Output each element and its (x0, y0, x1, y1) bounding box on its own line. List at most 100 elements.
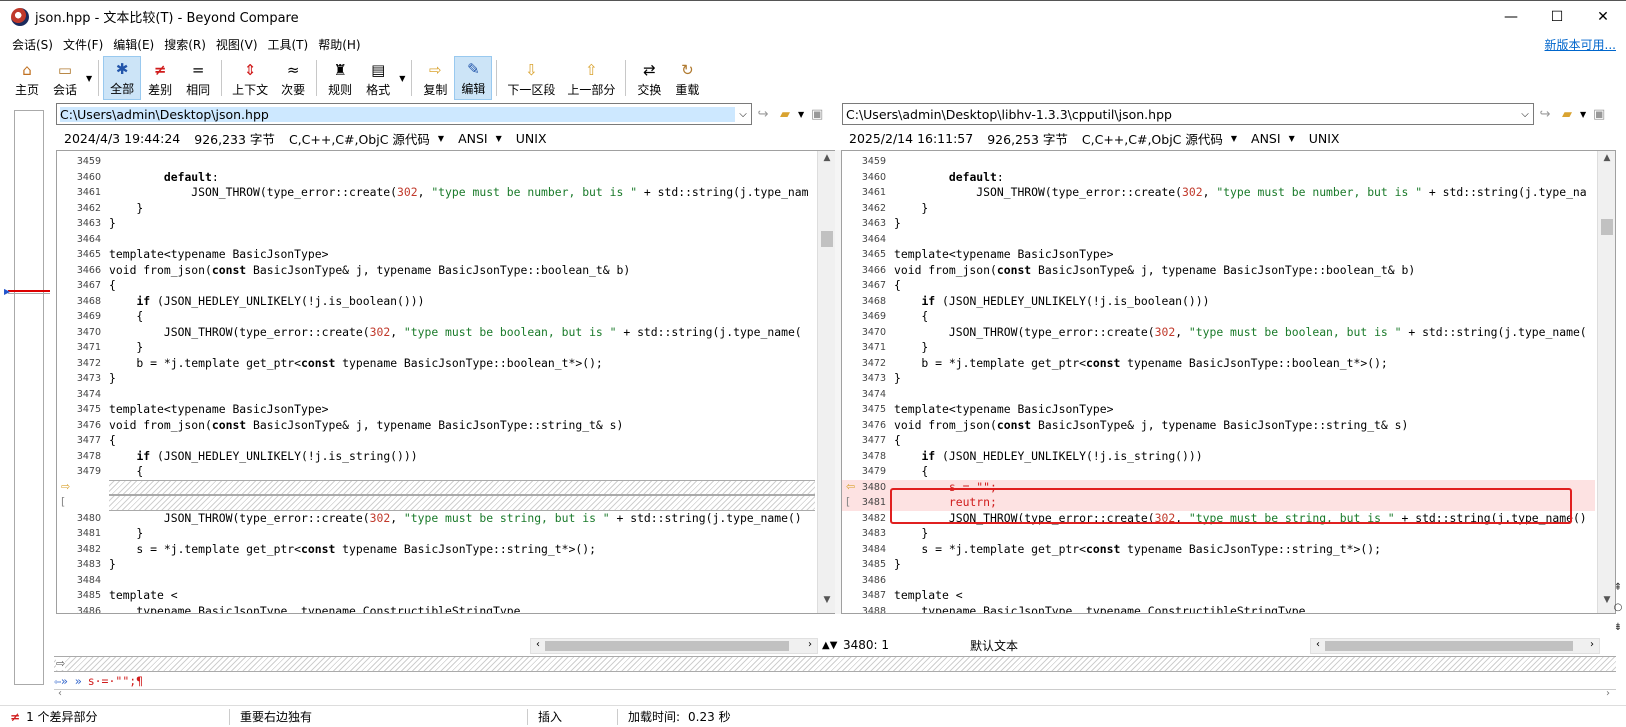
scroll-right-icon[interactable]: › (1585, 639, 1599, 650)
home-button[interactable]: ⌂ 主页 (8, 56, 46, 100)
last-diff-icon[interactable]: ⇟ (1612, 618, 1624, 638)
reload-button[interactable]: ↻ 重载 (668, 56, 706, 100)
code-line[interactable]: 3461 JSON_THROW(type_error::create(302, … (842, 185, 1595, 201)
session-button[interactable]: ▭ 会话 (46, 56, 84, 100)
right-line-ending[interactable]: UNIX (1309, 131, 1340, 146)
menu-session[interactable]: 会话(S) (8, 36, 57, 53)
code-line[interactable]: 3477 { (57, 433, 815, 449)
context-button[interactable]: ⇕ 上下文 (226, 56, 274, 100)
code-line[interactable]: 3476 void from_json(const BasicJsonType& … (842, 418, 1595, 434)
menu-help[interactable]: 帮助(H) (314, 36, 364, 53)
menu-view[interactable]: 视图(V) (212, 36, 262, 53)
right-format[interactable]: C,C++,C#,ObjC 源代码 (1082, 129, 1223, 148)
code-line[interactable]: 3470 JSON_THROW(type_error::create(302, … (57, 325, 815, 341)
encoding-dropdown-icon[interactable]: ▼ (1289, 134, 1295, 143)
menu-edit[interactable]: 编辑(E) (109, 36, 158, 53)
line-compare-scroll[interactable]: ‹ › (54, 688, 1616, 703)
right-encoding[interactable]: ANSI (1251, 131, 1281, 146)
code-line[interactable]: 3472 b = *j.template get_ptr<const typen… (842, 356, 1595, 372)
chevron-down-icon[interactable]: ⌵ (735, 109, 751, 120)
code-line[interactable]: 3479 { (57, 464, 815, 480)
close-button[interactable]: ✕ (1580, 1, 1626, 32)
left-vertical-scrollbar[interactable]: ▲ ▼ (817, 151, 835, 613)
edit-button[interactable]: ✎ 编辑 (454, 56, 493, 100)
history-icon[interactable]: ↪ (1534, 107, 1556, 122)
code-line[interactable]: 3486 typename BasicJsonType, typename Co… (57, 604, 815, 614)
code-line[interactable]: 3485} (842, 557, 1595, 573)
code-line[interactable]: 3465 template<typename BasicJsonType> (842, 247, 1595, 263)
show-diffs-button[interactable]: ≠ 差别 (141, 56, 179, 100)
code-line[interactable]: 3481 } (57, 526, 815, 542)
left-encoding[interactable]: ANSI (458, 131, 488, 146)
code-line[interactable]: 3468 if (JSON_HEDLEY_UNLIKELY(!j.is_bool… (842, 294, 1595, 310)
format-dropdown-icon[interactable]: ▼ (438, 134, 444, 143)
left-line-ending[interactable]: UNIX (516, 131, 547, 146)
left-format[interactable]: C,C++,C#,ObjC 源代码 (289, 129, 430, 148)
next-section-button[interactable]: ⇩ 下一区段 (501, 56, 561, 100)
code-line[interactable]: 3478 if (JSON_HEDLEY_UNLIKELY(!j.is_stri… (57, 449, 815, 465)
left-code-pane[interactable]: ▲ ▼ 3459 3460 default: 3461 JSON_THROW(typ… (56, 150, 836, 614)
save-icon[interactable]: ▣ (1588, 107, 1610, 122)
scroll-thumb[interactable] (1601, 219, 1613, 235)
code-line[interactable]: 3482 s = *j.template get_ptr<const typen… (57, 542, 815, 558)
code-line[interactable]: 3479 { (842, 464, 1595, 480)
code-line[interactable]: 3475 template<typename BasicJsonType> (842, 402, 1595, 418)
code-line[interactable]: 3459 (842, 154, 1595, 170)
left-horizontal-scrollbar[interactable]: ‹ › (530, 638, 818, 654)
code-line[interactable]: 3464 (842, 232, 1595, 248)
code-line[interactable]: 3462 } (842, 201, 1595, 217)
folder-icon[interactable]: ▰ (1556, 107, 1578, 122)
menu-search[interactable]: 搜索(R) (160, 36, 210, 53)
code-line[interactable]: 3474 (57, 387, 815, 403)
code-line[interactable]: 3469 { (842, 309, 1595, 325)
code-line[interactable]: 3475 template<typename BasicJsonType> (57, 402, 815, 418)
hscroll-thumb[interactable] (1325, 641, 1573, 651)
code-line[interactable]: 3477 { (842, 433, 1595, 449)
code-line[interactable]: 3459 (57, 154, 815, 170)
line-compare-left[interactable]: ⇨ (54, 656, 1616, 672)
format-button[interactable]: ▤ 格式 (359, 56, 397, 100)
rules-button[interactable]: ♜ 规则 (321, 56, 359, 100)
copy-right-arrow-icon[interactable]: ⇨ (61, 480, 70, 493)
show-all-button[interactable]: ✱ 全部 (103, 56, 142, 100)
scroll-thumb[interactable] (821, 231, 833, 247)
scroll-up-icon[interactable]: ▲ (818, 153, 835, 169)
sync-scroll-icon[interactable]: ▲▼ (822, 640, 837, 651)
scroll-up-icon[interactable]: ▲ (1598, 153, 1615, 169)
code-line[interactable]: 3466 void from_json(const BasicJsonType& … (842, 263, 1595, 279)
line-compare-right[interactable]: ⇦» » s·=·"";¶ (54, 673, 1616, 689)
code-line[interactable]: 3464 (57, 232, 815, 248)
show-same-button[interactable]: = 相同 (179, 56, 217, 100)
code-line[interactable]: 3484 s = *j.template get_ptr<const typen… (842, 542, 1595, 558)
code-line[interactable]: 3460 default: (57, 170, 815, 186)
code-line[interactable]: 3484 (57, 573, 815, 589)
code-line[interactable]: 3485 template < (57, 588, 815, 604)
right-horizontal-scrollbar[interactable]: ‹ › (1310, 638, 1600, 654)
thumbnail-overview[interactable]: ▶ (0, 102, 54, 692)
code-line[interactable]: 3486 (842, 573, 1595, 589)
code-line[interactable]: 3488 typename BasicJsonType, typename Co… (842, 604, 1595, 614)
code-line[interactable]: 3472 b = *j.template get_ptr<const typen… (57, 356, 815, 372)
minimize-button[interactable]: — (1488, 1, 1534, 32)
encoding-dropdown-icon[interactable]: ▼ (496, 134, 502, 143)
scroll-left-icon[interactable]: ‹ (58, 688, 62, 699)
save-icon[interactable]: ▣ (806, 107, 828, 122)
code-line[interactable]: 3470 JSON_THROW(type_error::create(302, … (842, 325, 1595, 341)
code-line[interactable]: 3483} (57, 557, 815, 573)
code-line[interactable]: 3478 if (JSON_HEDLEY_UNLIKELY(!j.is_stri… (842, 449, 1595, 465)
scroll-right-icon[interactable]: › (803, 639, 817, 650)
new-version-link[interactable]: 新版本可用... (1545, 36, 1616, 53)
code-line[interactable]: 3471 } (842, 340, 1595, 356)
copy-left-arrow-icon[interactable]: ⇦ (846, 480, 855, 493)
code-line[interactable]: 3463} (842, 216, 1595, 232)
right-code-pane[interactable]: ▲ ▼ 3459 3460 default: 3461 JSON_THROW(typ… (841, 150, 1616, 614)
code-line[interactable]: 3474 (842, 387, 1595, 403)
left-path-input[interactable]: C:\Users\admin\Desktop\json.hpp ⌵ (56, 103, 752, 125)
folder-dropdown-icon[interactable]: ▼ (1580, 110, 1586, 119)
hscroll-thumb[interactable] (545, 641, 789, 651)
menu-tools[interactable]: 工具(T) (264, 36, 313, 53)
code-line[interactable]: 3463} (57, 216, 815, 232)
right-path-input[interactable]: C:\Users\admin\Desktop\libhv-1.3.3\cpput… (842, 103, 1534, 125)
minor-button[interactable]: ≈ 次要 (274, 56, 312, 100)
code-line[interactable]: 3471 } (57, 340, 815, 356)
